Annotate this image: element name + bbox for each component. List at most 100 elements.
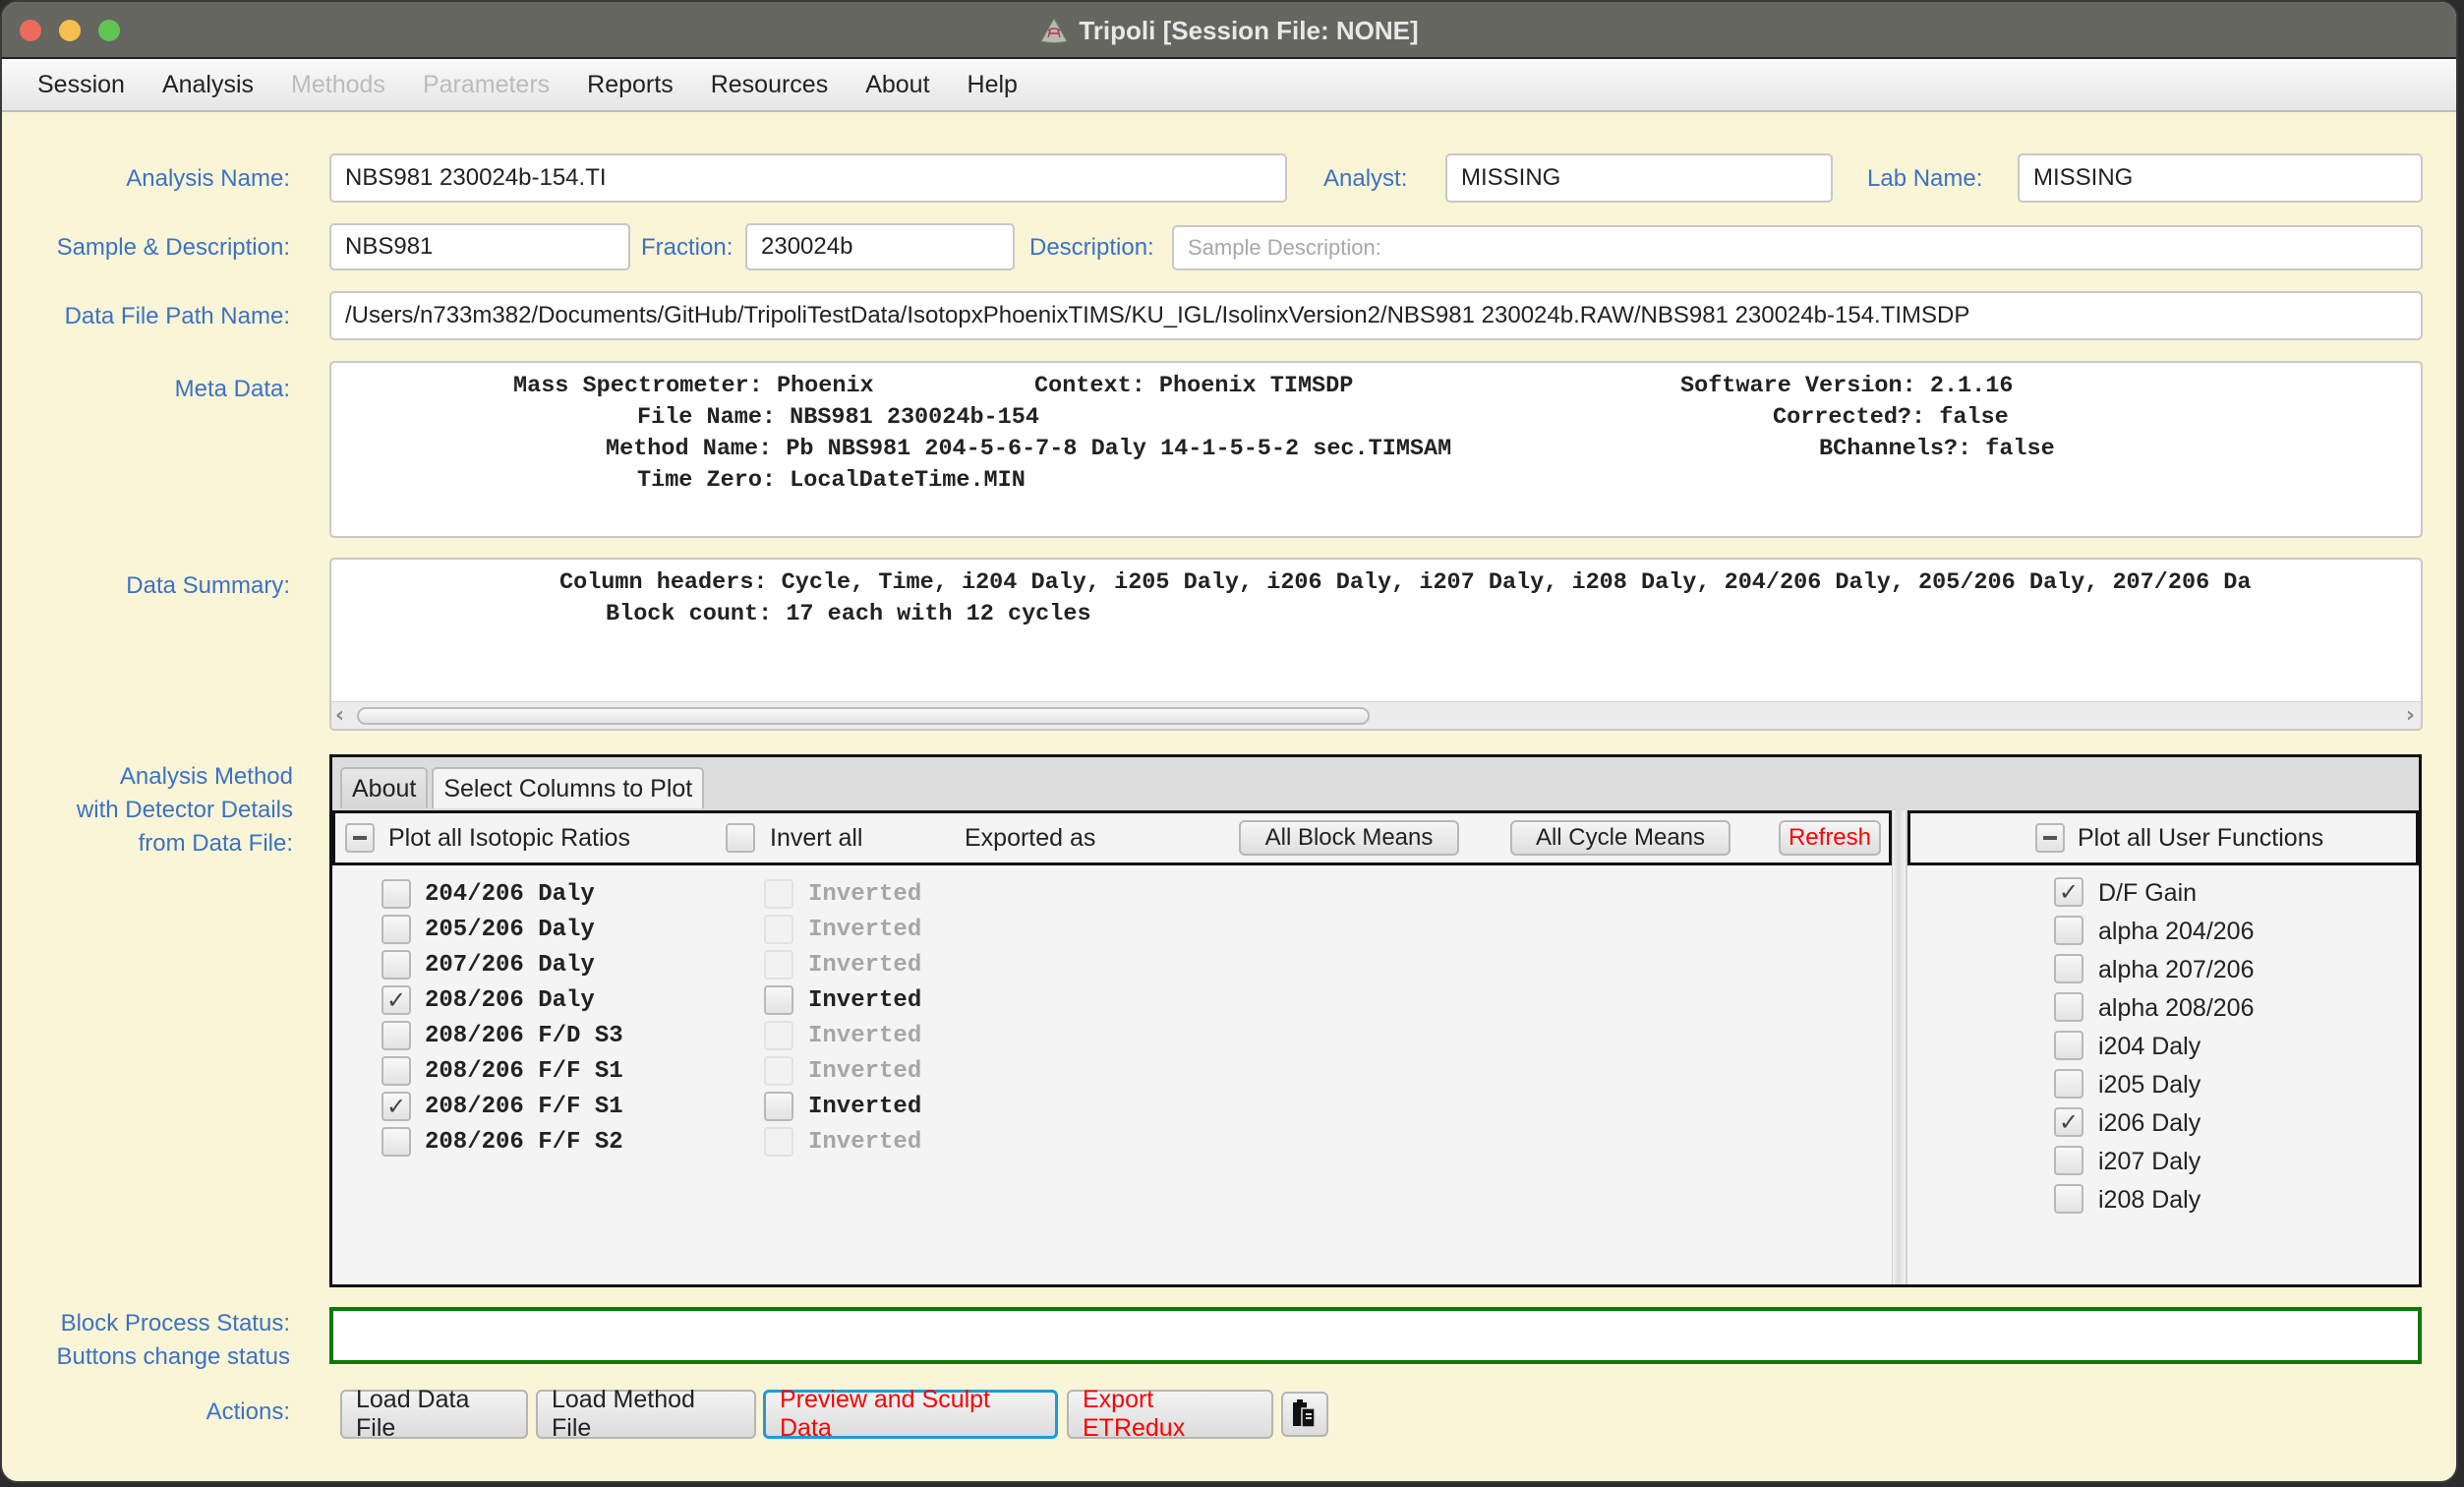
block-process-status-label: Block Process Status: — [60, 1310, 290, 1337]
tab-select-columns-to-plot[interactable]: Select Columns to Plot — [432, 767, 705, 808]
user-function-checkbox[interactable] — [2054, 1146, 2083, 1175]
actions-label: Actions: — [205, 1398, 290, 1425]
user-function-checkbox[interactable] — [2054, 1031, 2083, 1060]
data-file-path-field[interactable] — [329, 291, 2423, 340]
user-function-checkbox[interactable] — [2054, 954, 2083, 983]
description-input[interactable] — [1188, 235, 2407, 261]
menu-reports[interactable]: Reports — [587, 71, 674, 99]
window-title-area: Tripoli [Session File: NONE] — [2, 2, 2456, 59]
meta-time-zero: Time Zero: LocalDateTime.MIN — [637, 467, 1026, 494]
ratio-plot-checkbox[interactable] — [381, 950, 411, 980]
ratio-plot-checkbox[interactable]: ✓ — [381, 1092, 411, 1121]
lab-name-field[interactable] — [2018, 153, 2423, 203]
meta-software-version: Software Version: 2.1.16 — [1680, 373, 2014, 399]
sample-field[interactable] — [329, 223, 630, 270]
tab-bar: About Select Columns to Plot — [340, 767, 705, 808]
all-cycle-means-button[interactable]: All Cycle Means — [1510, 820, 1731, 856]
plot-all-ratios-label: Plot all Isotopic Ratios — [388, 824, 630, 852]
ratio-plot-checkbox[interactable] — [381, 1127, 411, 1157]
menu-about[interactable]: About — [865, 71, 929, 99]
data-summary-textarea[interactable]: Column headers: Cycle, Time, i204 Daly, … — [329, 558, 2423, 731]
ratio-inverted-checkbox — [764, 1021, 793, 1050]
ratio-name-label: 204/206 Daly — [425, 881, 595, 908]
ratio-plot-checkbox[interactable] — [381, 1021, 411, 1050]
ratio-plot-checkbox[interactable] — [381, 1056, 411, 1086]
sample-input[interactable] — [345, 233, 615, 261]
ratio-plot-checkbox[interactable]: ✓ — [381, 985, 411, 1015]
ratio-name-label: 208/206 Daly — [425, 987, 595, 1014]
fraction-label: Fraction: — [641, 234, 733, 261]
plot-all-ratios-checkbox[interactable] — [345, 823, 375, 853]
window-title: Tripoli [Session File: NONE] — [1079, 15, 1419, 45]
summary-column-headers: Column headers: Cycle, Time, i204 Daly, … — [559, 569, 2252, 596]
all-block-means-button[interactable]: All Block Means — [1239, 820, 1459, 856]
menu-session[interactable]: Session — [37, 71, 125, 99]
split-pane-divider[interactable] — [1892, 810, 1906, 1284]
menu-bar: Session Analysis Methods Parameters Repo… — [2, 59, 2456, 112]
menu-help[interactable]: Help — [968, 71, 1018, 99]
ratio-name-label: 208/206 F/D S3 — [425, 1023, 623, 1049]
analysis-method-label-3: from Data File: — [138, 830, 293, 857]
user-function-label: i204 Daly — [2098, 1033, 2201, 1060]
analyst-field[interactable] — [1445, 153, 1833, 203]
ratio-inverted-checkbox — [764, 1127, 793, 1157]
description-field[interactable] — [1172, 225, 2423, 270]
export-etredux-button[interactable]: Export ETRedux — [1067, 1386, 1273, 1442]
ratio-plot-checkbox[interactable] — [381, 915, 411, 944]
analysis-method-tab-pane: About Select Columns to Plot Plot all Is… — [329, 754, 2422, 1287]
user-function-checkbox[interactable]: ✓ — [2054, 1107, 2083, 1137]
scroll-left-arrow-icon[interactable]: ‹ — [335, 703, 344, 728]
menu-methods: Methods — [291, 70, 385, 98]
data-file-path-label: Data File Path Name: — [64, 303, 290, 329]
ratio-inverted-checkbox — [764, 1056, 793, 1086]
user-function-label: i206 Daly — [2098, 1109, 2201, 1137]
clipboard-button[interactable] — [1281, 1392, 1328, 1437]
ratio-name-label: 208/206 F/F S1 — [425, 1058, 623, 1085]
analysis-method-label-2: with Detector Details — [76, 797, 293, 823]
ratio-inverted-label: Inverted — [808, 1023, 922, 1049]
block-process-status-field — [329, 1307, 2422, 1364]
user-function-label: alpha 207/206 — [2098, 956, 2255, 983]
summary-horizontal-scrollbar[interactable]: ‹ › — [331, 701, 2421, 729]
analysis-name-label: Analysis Name: — [126, 165, 290, 192]
ratio-inverted-checkbox — [764, 950, 793, 980]
user-function-checkbox[interactable] — [2054, 1184, 2083, 1214]
meta-method-name: Method Name: Pb NBS981 204-5-6-7-8 Daly … — [606, 436, 1452, 462]
menu-analysis[interactable]: Analysis — [162, 71, 254, 99]
ratio-name-label: 207/206 Daly — [425, 952, 595, 979]
meta-data-textarea[interactable]: Mass Spectrometer: Phoenix Context: Phoe… — [329, 361, 2423, 538]
user-function-label: i208 Daly — [2098, 1186, 2201, 1214]
preview-and-sculpt-data-button[interactable]: Preview and Sculpt Data — [763, 1386, 1058, 1442]
scrollbar-thumb[interactable] — [357, 707, 1370, 725]
ratio-name-label: 208/206 F/F S1 — [425, 1094, 623, 1120]
fraction-field[interactable] — [745, 223, 1015, 270]
tripoli-app-icon — [1040, 17, 1069, 43]
user-function-checkbox[interactable]: ✓ — [2054, 877, 2083, 907]
menu-resources[interactable]: Resources — [711, 71, 829, 99]
load-method-file-button[interactable]: Load Method File — [536, 1386, 756, 1442]
ratio-inverted-label: Inverted — [808, 1129, 922, 1156]
user-function-checkbox[interactable] — [2054, 916, 2083, 945]
data-file-path-input[interactable] — [345, 302, 2407, 329]
ratios-header: Plot all Isotopic Ratios Invert all Expo… — [332, 810, 1892, 865]
ratio-inverted-checkbox[interactable] — [764, 985, 793, 1015]
ratio-inverted-checkbox[interactable] — [764, 1092, 793, 1121]
scroll-right-arrow-icon[interactable]: › — [2406, 703, 2415, 728]
title-bar: Tripoli [Session File: NONE] — [2, 2, 2456, 59]
analysis-name-input[interactable] — [345, 164, 1271, 192]
fraction-input[interactable] — [761, 233, 999, 261]
ratio-plot-checkbox[interactable] — [381, 879, 411, 909]
analysis-name-field[interactable] — [329, 153, 1287, 203]
refresh-button[interactable]: Refresh — [1779, 820, 1881, 856]
buttons-change-status-label: Buttons change status — [56, 1343, 291, 1370]
lab-name-input[interactable] — [2033, 164, 2407, 192]
load-data-file-button[interactable]: Load Data File — [340, 1386, 528, 1442]
invert-all-checkbox[interactable] — [726, 823, 755, 853]
ratio-inverted-label: Inverted — [808, 987, 922, 1014]
user-function-checkbox[interactable] — [2054, 992, 2083, 1022]
ratio-name-label: 208/206 F/F S2 — [425, 1129, 623, 1156]
tab-about[interactable]: About — [340, 767, 429, 808]
plot-all-user-functions-checkbox[interactable] — [2035, 823, 2065, 853]
analyst-input[interactable] — [1461, 164, 1817, 192]
user-function-checkbox[interactable] — [2054, 1069, 2083, 1099]
